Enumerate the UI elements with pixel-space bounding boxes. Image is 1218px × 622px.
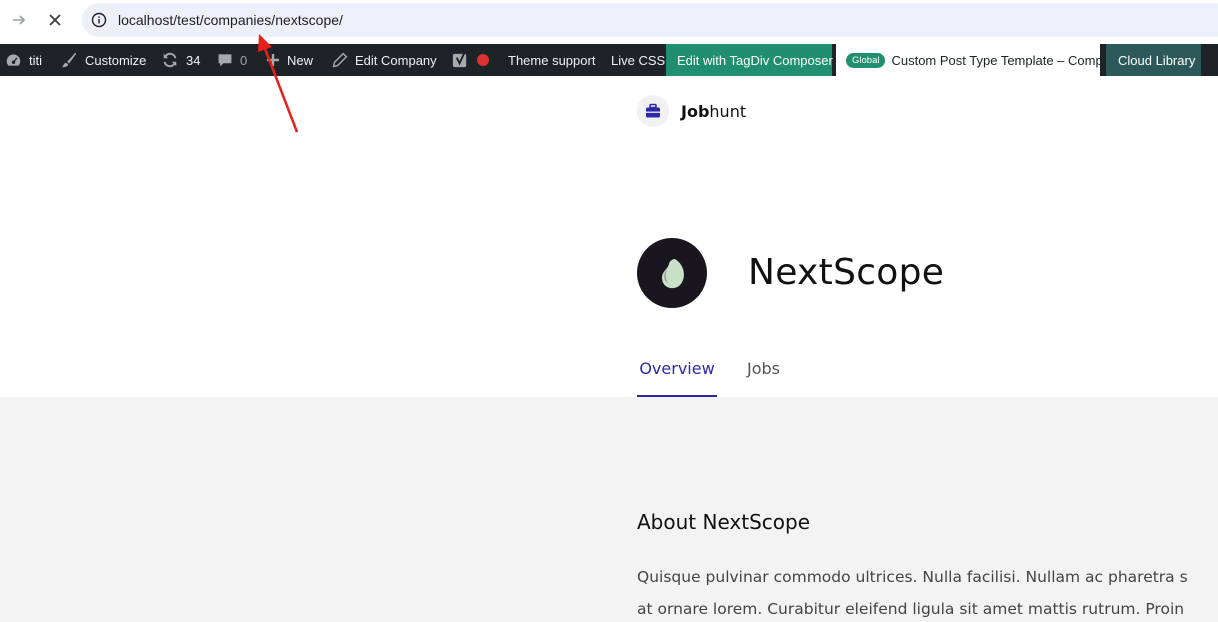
company-logo xyxy=(637,238,707,308)
admin-bar-template[interactable]: Global Custom Post Type Template – Comp.… xyxy=(836,44,1114,76)
site-logo[interactable] xyxy=(637,95,669,127)
admin-bar-live-css[interactable]: Live CSS xyxy=(611,44,665,76)
admin-bar-theme-support[interactable]: Theme support xyxy=(508,44,595,76)
updates-count: 34 xyxy=(186,52,201,68)
leaf-logo-icon xyxy=(662,259,684,289)
tab-jobs[interactable]: Jobs xyxy=(747,358,780,397)
site-title[interactable]: Jobhunt xyxy=(681,102,746,121)
new-label: New xyxy=(287,52,314,68)
admin-bar-customize[interactable]: Customize xyxy=(60,44,146,76)
admin-bar-updates[interactable]: 34 xyxy=(161,44,200,76)
arrow-right-icon xyxy=(13,15,26,25)
cloud-library-label: Cloud Library xyxy=(1118,52,1196,68)
edit-company-label: Edit Company xyxy=(355,52,437,68)
tagdiv-label: Edit with TagDiv Composer xyxy=(677,52,833,68)
paintbrush-icon xyxy=(61,52,77,68)
customize-label: Customize xyxy=(85,52,147,68)
url-text[interactable]: localhost/test/companies/nextscope/ xyxy=(118,12,343,28)
updates-icon xyxy=(163,52,177,68)
comment-icon xyxy=(218,54,232,67)
theme-support-label: Theme support xyxy=(508,52,596,68)
admin-bar-edit-company[interactable]: Edit Company xyxy=(332,44,437,76)
address-bar[interactable]: localhost/test/companies/nextscope/ xyxy=(82,3,1218,37)
admin-bar-yoast[interactable] xyxy=(451,44,489,76)
close-icon xyxy=(49,14,61,26)
site-title-bold: Job xyxy=(681,102,710,121)
dashboard-icon xyxy=(6,54,21,66)
seo-status-dot xyxy=(477,54,489,66)
pencil-icon xyxy=(332,52,348,68)
briefcase-icon xyxy=(646,103,660,118)
company-name: NextScope xyxy=(748,252,945,293)
yoast-icon xyxy=(452,52,467,67)
comments-count: 0 xyxy=(240,52,248,68)
admin-bar-site[interactable]: titi xyxy=(5,44,42,76)
admin-bar-comments[interactable]: 0 xyxy=(217,44,247,76)
plus-icon xyxy=(267,54,279,66)
about-heading: About NextScope xyxy=(637,510,811,534)
live-css-label: Live CSS xyxy=(611,52,666,68)
admin-bar-tagdiv-composer[interactable]: Edit with TagDiv Composer xyxy=(666,44,833,76)
company-details-section xyxy=(0,397,1218,622)
admin-bar-new[interactable]: New xyxy=(266,44,313,76)
about-text-line: Quisque pulvinar commodo ultrices. Nulla… xyxy=(637,568,1188,586)
global-badge: Global xyxy=(846,52,886,68)
wp-admin-bar: titi Customize 34 0 New Edit Company The… xyxy=(0,44,1218,76)
about-text-line: at ornare lorem. Curabitur eleifend ligu… xyxy=(637,600,1185,618)
site-name-label: titi xyxy=(29,52,42,68)
browser-toolbar: localhost/test/companies/nextscope/ xyxy=(0,0,1218,42)
stop-loading-button[interactable] xyxy=(44,9,66,31)
template-label: Custom Post Type Template – Comp... xyxy=(891,52,1114,68)
tab-overview[interactable]: Overview xyxy=(637,358,717,397)
site-title-rest: hunt xyxy=(709,102,747,121)
forward-button[interactable] xyxy=(8,9,30,31)
site-info-icon[interactable] xyxy=(90,11,108,29)
admin-bar-cloud-library[interactable]: Cloud Library xyxy=(1106,44,1201,76)
